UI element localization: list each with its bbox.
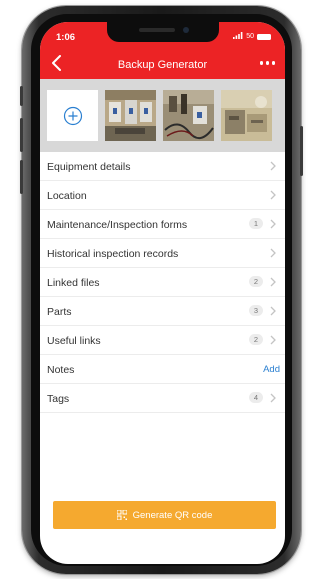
photo-strip: [40, 79, 285, 152]
speaker: [138, 28, 175, 32]
wiring-photo-image: [163, 90, 214, 141]
page-title: Backup Generator: [117, 59, 208, 71]
chevron-right-icon: [270, 306, 276, 316]
qr-code-icon: [116, 510, 127, 520]
list-item-equipment-details[interactable]: Equipment details: [40, 152, 285, 181]
list-item-label: Linked files: [47, 277, 100, 289]
count-badge: 1: [249, 218, 263, 229]
engine-photo-image: [221, 90, 272, 141]
add-photo-button[interactable]: [47, 90, 98, 141]
list-item-label: Useful links: [47, 335, 101, 347]
list-item-linked-files[interactable]: Linked files 2: [40, 268, 285, 297]
chevron-right-icon: [270, 335, 276, 345]
count-badge: 2: [249, 276, 263, 287]
equipment-photo-3[interactable]: [221, 90, 272, 141]
list-item-parts[interactable]: Parts 3: [40, 297, 285, 326]
list-item-maintenance-forms[interactable]: Maintenance/Inspection forms 1: [40, 210, 285, 239]
list-item-label: Historical inspection records: [47, 248, 179, 260]
list-item-historical-records[interactable]: Historical inspection records: [40, 239, 285, 268]
volume-down-button: [20, 160, 23, 194]
chevron-right-icon: [270, 248, 276, 258]
list-item-label: Notes: [47, 364, 75, 376]
carrier-label: 50: [246, 33, 254, 40]
plus-circle-icon: [63, 106, 82, 125]
count-badge: 2: [249, 334, 263, 345]
chevron-right-icon: [270, 161, 276, 171]
app-header: 1:06 50 Backup Generator: [40, 22, 285, 79]
list-item-useful-links[interactable]: Useful links 2: [40, 326, 285, 355]
list-item-label: Equipment details: [47, 161, 131, 173]
list-item-tags[interactable]: Tags 4: [40, 384, 285, 413]
equipment-photo-2[interactable]: [163, 90, 214, 141]
more-button[interactable]: [259, 61, 275, 65]
front-camera: [182, 27, 189, 33]
equipment-photo-1[interactable]: [105, 90, 156, 141]
chevron-right-icon: [270, 277, 276, 287]
more-icon-dot: [265, 61, 269, 65]
notch: [106, 22, 219, 42]
app-screen: 1:06 50 Backup Generator Equipment detai…: [40, 22, 285, 564]
status-indicators: 50: [233, 32, 271, 41]
generate-qr-label: Generate QR code: [132, 509, 213, 521]
list-item-location[interactable]: Location: [40, 181, 285, 210]
mute-switch: [20, 86, 23, 106]
power-button: [300, 126, 303, 176]
battery-icon: [257, 33, 271, 40]
chevron-right-icon: [270, 190, 276, 200]
generator-photo-image: [105, 90, 156, 141]
add-note-link[interactable]: Add: [263, 364, 280, 375]
more-icon-dot: [271, 61, 275, 65]
list-item-label: Tags: [47, 393, 70, 405]
detail-list: Equipment details Location Maintenance/I…: [40, 152, 285, 413]
list-item-label: Maintenance/Inspection forms: [47, 219, 188, 231]
list-item-label: Location: [47, 190, 87, 202]
status-time: 1:06: [56, 32, 76, 43]
list-item-label: Parts: [47, 306, 72, 318]
chevron-right-icon: [270, 393, 276, 403]
chevron-right-icon: [270, 219, 276, 229]
count-badge: 3: [249, 305, 263, 316]
signal-icon: [233, 32, 243, 41]
more-icon-dot: [259, 61, 263, 65]
generate-qr-button[interactable]: Generate QR code: [53, 501, 276, 529]
volume-up-button: [20, 118, 23, 152]
count-badge: 4: [249, 392, 263, 403]
list-item-notes: Notes Add: [40, 355, 285, 384]
